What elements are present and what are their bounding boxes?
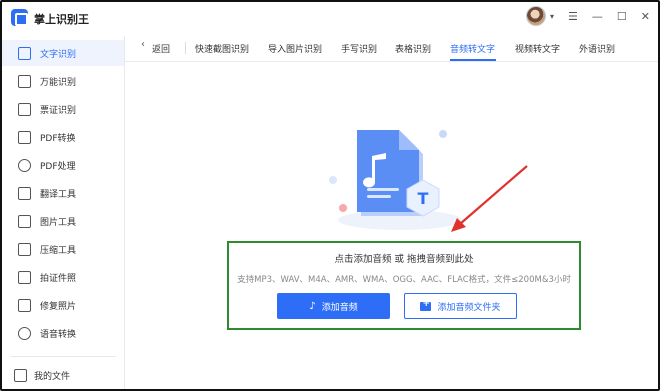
title-bar: 掌上识别王 ▾ ☰ — ☐ ✕ — [2, 2, 658, 36]
sidebar-item-id-photo[interactable]: 拍证件照 — [2, 264, 124, 290]
tab-import-image[interactable]: 导入图片识别 — [268, 42, 322, 55]
tab-video-to-text[interactable]: 视频转文字 — [515, 42, 560, 55]
sidebar-item-voice[interactable]: 语音转换 — [2, 320, 124, 346]
window-controls: ▾ ☰ — ☐ ✕ — [526, 6, 650, 26]
upload-drop-zone[interactable]: 点击添加音频 或 拖拽音频到此处 支持MP3、WAV、M4A、AMR、WMA、O… — [227, 241, 581, 330]
maximize-icon[interactable]: ☐ — [617, 11, 627, 22]
compress-icon — [18, 242, 31, 256]
tab-table[interactable]: 表格识别 — [395, 42, 431, 55]
tab-foreign-language[interactable]: 外语识别 — [579, 42, 615, 55]
app-title: 掌上识别王 — [34, 13, 89, 26]
sidebar-item-label: 票证识别 — [40, 105, 77, 116]
sidebar-item-translate[interactable]: 翻译工具 — [2, 180, 124, 206]
sidebar-item-my-files[interactable]: 我的文件 — [2, 362, 124, 388]
pdf-convert-icon — [18, 130, 31, 144]
ticket-icon — [18, 102, 31, 116]
sidebar-item-label: 压缩工具 — [40, 245, 77, 256]
add-audio-button[interactable]: ♪ 添加音频 — [277, 293, 390, 319]
sidebar-item-pdf-process[interactable]: PDF处理 — [2, 152, 124, 178]
app-window: 掌上识别王 ▾ ☰ — ☐ ✕ 文字识别 万能识别 票证识别 PDF转换 PDF… — [0, 0, 660, 391]
divider — [185, 42, 186, 54]
id-photo-icon — [18, 270, 31, 284]
repair-photo-icon — [18, 298, 31, 312]
music-note-icon: ♪ — [309, 300, 316, 312]
minimize-icon[interactable]: — — [592, 11, 603, 22]
sidebar-item-label: 我的文件 — [34, 371, 71, 382]
folder-add-icon — [420, 299, 432, 311]
close-icon[interactable]: ✕ — [641, 11, 650, 22]
main-content: T 点击添加音频 或 拖拽音频到此处 支持MP3、WAV、M4A、AMR、WMA… — [125, 62, 658, 389]
voice-icon — [18, 326, 31, 340]
translate-icon — [18, 186, 31, 200]
sidebar-item-label: 翻译工具 — [40, 189, 77, 200]
sidebar-item-label: 图片工具 — [40, 217, 77, 228]
add-audio-folder-button[interactable]: 添加音频文件夹 — [404, 293, 517, 319]
sidebar-item-universal[interactable]: 万能识别 — [2, 68, 124, 94]
sidebar-item-label: PDF处理 — [40, 161, 76, 172]
active-tab-indicator — [450, 59, 496, 61]
supported-formats: 支持MP3、WAV、M4A、AMR、WMA、OGG、AAC、FLAC格式，文件≤… — [237, 275, 571, 285]
sidebar-item-image-tool[interactable]: 图片工具 — [2, 208, 124, 234]
pdf-process-icon — [18, 158, 31, 172]
chevron-left-icon[interactable]: ‹ — [141, 39, 145, 50]
add-audio-label: 添加音频 — [321, 302, 358, 313]
file-icon — [14, 368, 27, 382]
sidebar-item-label: 修复照片 — [40, 301, 77, 312]
sidebar-item-label: 文字识别 — [40, 49, 77, 60]
menu-icon[interactable]: ☰ — [568, 11, 578, 22]
app-logo-icon — [11, 9, 28, 26]
upload-instruction: 点击添加音频 或 拖拽音频到此处 — [334, 254, 474, 265]
tab-handwriting[interactable]: 手写识别 — [341, 42, 377, 55]
sidebar-item-label: 万能识别 — [40, 77, 77, 88]
avatar[interactable] — [526, 6, 547, 26]
back-link[interactable]: 返回 — [152, 42, 170, 55]
sidebar-item-label: 拍证件照 — [40, 273, 77, 284]
text-recognition-icon — [18, 46, 31, 60]
svg-text:T: T — [418, 189, 429, 208]
add-folder-label: 添加音频文件夹 — [437, 302, 501, 313]
chevron-down-icon[interactable]: ▾ — [550, 12, 554, 21]
universal-icon — [18, 74, 31, 88]
sidebar-item-repair-photo[interactable]: 修复照片 — [2, 292, 124, 318]
sidebar-item-label: 语音转换 — [40, 329, 77, 340]
sidebar-item-ticket[interactable]: 票证识别 — [2, 96, 124, 122]
sidebar-item-pdf-convert[interactable]: PDF转换 — [2, 124, 124, 150]
tab-bar: ‹ 返回 快速截图识别 导入图片识别 手写识别 表格识别 音频转文字 视频转文字… — [125, 36, 658, 62]
tab-quick-screenshot[interactable]: 快速截图识别 — [195, 42, 249, 55]
sidebar-item-label: PDF转换 — [40, 133, 76, 144]
sidebar-item-text-recognition[interactable]: 文字识别 — [2, 40, 124, 66]
audio-file-illustration: T — [329, 130, 462, 230]
sidebar-divider — [10, 356, 116, 357]
sidebar: 文字识别 万能识别 票证识别 PDF转换 PDF处理 翻译工具 图片工具 压缩工… — [2, 36, 125, 389]
tab-audio-to-text[interactable]: 音频转文字 — [450, 42, 495, 55]
image-tool-icon — [18, 214, 31, 228]
sidebar-item-compress[interactable]: 压缩工具 — [2, 236, 124, 262]
